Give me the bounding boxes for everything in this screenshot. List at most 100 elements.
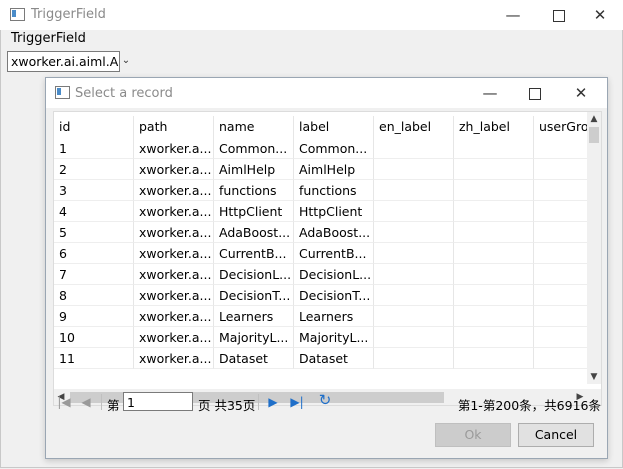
table-row[interactable]: 8 xworker.a... DecisionT... DecisionT...	[54, 285, 594, 306]
vertical-scroll-thumb[interactable]	[589, 127, 599, 143]
maximize-icon[interactable]	[536, 0, 582, 30]
table-row[interactable]: 2 xworker.a... AimlHelp AimlHelp	[54, 159, 594, 180]
table-cell: 9	[54, 306, 134, 327]
column-header[interactable]: en_label	[374, 116, 454, 138]
window-title: TriggerField	[31, 7, 106, 22]
table-row[interactable]: 3 xworker.a... functions functions	[54, 180, 594, 201]
table-row[interactable]: 4 xworker.a... HttpClient HttpClient	[54, 201, 594, 222]
table-cell: 11	[54, 348, 134, 369]
table-cell: CurrentB...	[294, 243, 374, 264]
next-page-icon[interactable]: ▶	[266, 394, 280, 410]
table-cell: 5	[54, 222, 134, 243]
table-cell: Common...	[294, 138, 374, 159]
ok-button[interactable]: Ok	[435, 423, 511, 447]
table-cell	[454, 138, 534, 159]
table-cell	[374, 348, 454, 369]
table-row[interactable]: 10 xworker.a... MajorityL... MajorityL...	[54, 327, 594, 348]
table-cell	[454, 180, 534, 201]
table-row[interactable]: 6 xworker.a... CurrentB... CurrentB...	[54, 243, 594, 264]
refresh-icon[interactable]: ↻	[318, 393, 332, 408]
table-cell: AimlHelp	[294, 159, 374, 180]
table-row[interactable]: 7 xworker.a... DecisionL... DecisionL...	[54, 264, 594, 285]
dialog-maximize-icon[interactable]	[512, 78, 558, 108]
table-cell: xworker.a...	[134, 327, 214, 348]
table-cell: DecisionL...	[214, 264, 294, 285]
dialog-title: Select a record	[75, 86, 173, 101]
table-cell: MajorityL...	[214, 327, 294, 348]
table-cell	[374, 264, 454, 285]
scroll-up-icon[interactable]: ▲	[587, 112, 601, 126]
table-cell	[454, 285, 534, 306]
table-cell	[454, 264, 534, 285]
column-header[interactable]: userGro	[534, 116, 594, 138]
prev-page-icon[interactable]: ◀	[79, 394, 93, 410]
table-cell: xworker.a...	[134, 243, 214, 264]
first-page-icon[interactable]: |◀	[57, 394, 71, 410]
table-cell: DecisionT...	[214, 285, 294, 306]
column-header[interactable]: name	[214, 116, 294, 138]
column-header[interactable]: zh_label	[454, 116, 534, 138]
dialog-app-icon	[55, 86, 70, 99]
minimize-icon[interactable]: —	[490, 0, 536, 30]
table-row[interactable]: 11 xworker.a... Dataset Dataset	[54, 348, 594, 369]
column-header[interactable]: label	[294, 116, 374, 138]
close-icon[interactable]: ✕	[577, 0, 623, 30]
table-cell	[374, 243, 454, 264]
table-cell	[534, 243, 594, 264]
scroll-down-icon[interactable]: ▼	[587, 370, 601, 384]
table-cell: Common...	[214, 138, 294, 159]
column-header[interactable]: id	[54, 116, 134, 138]
table-row[interactable]: 9 xworker.a... Learners Learners	[54, 306, 594, 327]
table-cell: functions	[214, 180, 294, 201]
table-cell: xworker.a...	[134, 138, 214, 159]
table-cell	[534, 138, 594, 159]
table-cell	[534, 327, 594, 348]
table-row[interactable]: 1 xworker.a... Common... Common...	[54, 138, 594, 159]
main-window-titlebar: TriggerField — ✕	[0, 0, 623, 30]
table-cell	[454, 159, 534, 180]
cancel-button[interactable]: Cancel	[518, 423, 594, 447]
table-cell	[374, 327, 454, 348]
triggerfield-input[interactable]: xworker.ai.aiml.Ai	[7, 51, 120, 72]
pager-separator	[258, 394, 259, 410]
table-cell: HttpClient	[294, 201, 374, 222]
table-cell	[454, 222, 534, 243]
table-cell	[454, 243, 534, 264]
table-cell: 4	[54, 201, 134, 222]
table-cell: xworker.a...	[134, 159, 214, 180]
dialog-minimize-icon[interactable]: —	[467, 78, 513, 108]
table-cell	[374, 159, 454, 180]
table-cell	[374, 285, 454, 306]
table-cell	[374, 222, 454, 243]
table-row[interactable]: 5 xworker.a... AdaBoost... AdaBoost...	[54, 222, 594, 243]
dialog-close-icon[interactable]: ✕	[558, 78, 604, 108]
table-cell: 10	[54, 327, 134, 348]
table-cell: AdaBoost...	[294, 222, 374, 243]
table-cell	[534, 306, 594, 327]
table-cell: AimlHelp	[214, 159, 294, 180]
table-cell	[454, 201, 534, 222]
table-cell: xworker.a...	[134, 222, 214, 243]
pagination-bar: |◀ ◀ 第 1 页 共35页 ▶ ▶| ↻ 第1-第200条，共6916条	[53, 390, 603, 416]
table-cell: 3	[54, 180, 134, 201]
table-cell: CurrentB...	[214, 243, 294, 264]
column-header[interactable]: path	[134, 116, 214, 138]
table-cell: MajorityL...	[294, 327, 374, 348]
table-cell	[374, 138, 454, 159]
table-cell: functions	[294, 180, 374, 201]
table-cell: Learners	[214, 306, 294, 327]
vertical-scrollbar[interactable]: ▲ ▼	[587, 112, 601, 384]
table-cell: DecisionL...	[294, 264, 374, 285]
page-total: 页 共35页	[198, 398, 256, 413]
triggerfield-label: TriggerField	[11, 31, 86, 46]
table-cell	[534, 285, 594, 306]
table-cell	[454, 306, 534, 327]
page-number-input[interactable]: 1	[123, 392, 193, 411]
table-cell: xworker.a...	[134, 264, 214, 285]
table-cell: xworker.a...	[134, 348, 214, 369]
last-page-icon[interactable]: ▶|	[290, 394, 304, 410]
chevron-down-icon[interactable]: ⌄	[119, 52, 133, 70]
select-record-dialog: Select a record — ✕ id path name label en_la…	[45, 77, 608, 459]
table-cell	[454, 327, 534, 348]
records-table: id path name label en_label zh_label userGro 1…	[53, 111, 602, 406]
